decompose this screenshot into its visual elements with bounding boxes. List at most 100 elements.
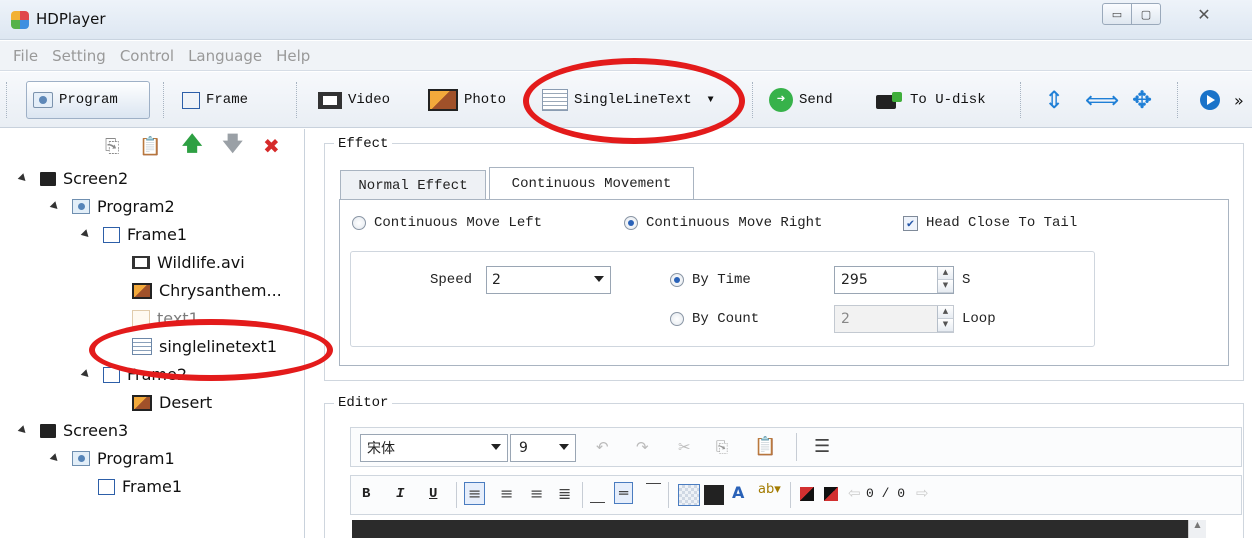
spin-down-icon[interactable]: ▼ bbox=[938, 319, 953, 332]
move-left-radio[interactable] bbox=[352, 216, 366, 230]
redo-icon[interactable]: ↷ bbox=[636, 438, 649, 456]
by-time-radio[interactable] bbox=[670, 273, 684, 287]
background-color-icon[interactable] bbox=[704, 485, 724, 505]
by-count-radio[interactable] bbox=[670, 312, 684, 326]
tab-normal-effect[interactable]: Normal Effect bbox=[340, 170, 486, 200]
by-count-option[interactable]: By Count bbox=[670, 311, 759, 327]
font-color-icon[interactable] bbox=[800, 487, 814, 501]
menu-control[interactable]: Control bbox=[113, 47, 181, 65]
menu-file[interactable]: File bbox=[6, 47, 45, 65]
editor-canvas[interactable] bbox=[352, 520, 1188, 538]
tree-node-frame2[interactable]: Frame2 bbox=[80, 365, 187, 384]
paste-icon[interactable]: 📋 bbox=[139, 136, 161, 157]
next-page-icon[interactable]: ⇨ bbox=[916, 484, 929, 502]
italic-button[interactable]: I bbox=[396, 486, 404, 502]
tree-node-frame1-program1[interactable]: Frame1 bbox=[98, 477, 182, 496]
bold-button[interactable]: B bbox=[362, 486, 370, 502]
tree-node-wildlife[interactable]: Wildlife.avi bbox=[132, 253, 245, 272]
line-spacing-icon[interactable]: ☰ bbox=[814, 436, 830, 457]
move-left-option[interactable]: Continuous Move Left bbox=[352, 215, 542, 231]
align-right-icon[interactable]: ≡ bbox=[530, 484, 543, 503]
delete-icon[interactable]: ✖ bbox=[263, 134, 280, 158]
paste-icon[interactable]: 📋 bbox=[754, 436, 776, 457]
cut-icon[interactable]: ✂ bbox=[678, 438, 691, 456]
tab-continuous-movement[interactable]: Continuous Movement bbox=[489, 167, 694, 200]
spin-down-icon[interactable]: ▼ bbox=[938, 280, 953, 293]
frame-button[interactable]: Frame bbox=[176, 81, 254, 119]
menu-setting[interactable]: Setting bbox=[45, 47, 113, 65]
expand-icon[interactable] bbox=[49, 453, 61, 464]
font-size-select[interactable]: 9 bbox=[510, 434, 576, 462]
by-count-input[interactable]: 2 ▲ ▼ bbox=[834, 305, 954, 333]
expand-icon[interactable] bbox=[80, 369, 92, 380]
speed-select[interactable]: 2 bbox=[486, 266, 611, 294]
program-icon bbox=[72, 199, 90, 214]
align-top-icon[interactable]: ⎺ bbox=[646, 481, 661, 499]
by-time-spin-buttons[interactable]: ▲ ▼ bbox=[937, 267, 953, 293]
play-button[interactable] bbox=[1194, 81, 1226, 119]
maximize-button[interactable]: ▢ bbox=[1131, 3, 1161, 25]
expand-icon[interactable] bbox=[49, 201, 61, 212]
move-right-radio[interactable] bbox=[624, 216, 638, 230]
move-up-icon[interactable]: 🡅 bbox=[182, 129, 203, 163]
chevron-down-icon bbox=[559, 444, 569, 450]
expand-icon[interactable] bbox=[17, 173, 29, 184]
vertical-stretch-button[interactable]: ⇕ bbox=[1038, 81, 1070, 119]
toolbar-overflow-button[interactable]: » bbox=[1228, 81, 1250, 119]
horizontal-stretch-button[interactable]: ⟺ bbox=[1079, 81, 1125, 119]
underline-button[interactable]: U bbox=[429, 486, 437, 502]
menu-language[interactable]: Language bbox=[181, 47, 269, 65]
tree-node-label: text1 bbox=[157, 309, 199, 328]
align-justify-icon[interactable]: ≣ bbox=[558, 484, 571, 503]
to-udisk-button[interactable]: To U-disk bbox=[868, 81, 992, 119]
move-right-option[interactable]: Continuous Move Right bbox=[624, 215, 822, 231]
font-select[interactable]: 宋体 bbox=[360, 434, 508, 462]
copy-icon[interactable]: ⎘ bbox=[716, 438, 728, 456]
background-transparent-icon[interactable] bbox=[678, 484, 700, 506]
highlight-color-icon[interactable]: ab▾ bbox=[758, 482, 781, 497]
align-middle-icon[interactable]: ═ bbox=[614, 482, 634, 504]
tree-node-program2[interactable]: Program2 bbox=[49, 197, 175, 216]
chevron-down-icon[interactable]: ▼ bbox=[708, 95, 714, 106]
move-down-icon[interactable]: 🡇 bbox=[222, 129, 243, 163]
full-stretch-button[interactable]: ✥ bbox=[1126, 81, 1158, 119]
expand-icon[interactable] bbox=[80, 229, 92, 240]
align-center-icon[interactable]: ≡ bbox=[500, 484, 513, 503]
photo-button[interactable]: Photo bbox=[422, 81, 512, 119]
head-close-to-tail-option[interactable]: ✔ Head Close To Tail bbox=[903, 215, 1077, 231]
video-button[interactable]: Video bbox=[312, 81, 396, 119]
program-button[interactable]: Program bbox=[26, 81, 150, 119]
align-left-icon[interactable]: ≡ bbox=[464, 482, 486, 505]
undo-icon[interactable]: ↶ bbox=[596, 438, 609, 456]
frame-button-label: Frame bbox=[206, 92, 249, 108]
head-close-to-tail-checkbox[interactable]: ✔ bbox=[903, 215, 918, 231]
minimize-button[interactable]: ▭ bbox=[1102, 3, 1132, 25]
tree-node-text1[interactable]: text1 bbox=[132, 309, 199, 328]
close-button[interactable]: ✕ bbox=[1182, 3, 1226, 25]
tree-node-frame1[interactable]: Frame1 bbox=[80, 225, 187, 244]
send-button[interactable]: ➜ Send bbox=[763, 81, 839, 119]
play-icon bbox=[1200, 90, 1220, 110]
tree-node-chrysanthemum[interactable]: Chrysanthem... bbox=[132, 281, 282, 300]
tree-node-screen3[interactable]: Screen3 bbox=[17, 421, 128, 440]
align-bottom-icon[interactable]: ⎽ bbox=[590, 486, 605, 504]
tree-node-singlelinetext1[interactable]: singlelinetext1 bbox=[132, 337, 277, 356]
copy-icon[interactable]: ⎘ bbox=[105, 136, 119, 157]
spin-up-icon[interactable]: ▲ bbox=[938, 306, 953, 319]
spin-up-icon[interactable]: ▲ bbox=[938, 267, 953, 280]
tree-node-screen2[interactable]: Screen2 bbox=[17, 169, 128, 188]
tree-node-desert[interactable]: Desert bbox=[132, 393, 212, 412]
text-effect-icon[interactable]: A bbox=[732, 483, 744, 502]
by-count-spin-buttons[interactable]: ▲ ▼ bbox=[937, 306, 953, 332]
single-line-text-button[interactable]: SingleLineText ▼ bbox=[536, 81, 720, 119]
by-time-option[interactable]: By Time bbox=[670, 272, 751, 288]
editor-scrollbar[interactable]: ▲ bbox=[1188, 520, 1206, 538]
by-time-input[interactable]: 295 ▲ ▼ bbox=[834, 266, 954, 294]
expand-icon[interactable] bbox=[17, 425, 29, 436]
tree-node-program1[interactable]: Program1 bbox=[49, 449, 175, 468]
editor-group-title: Editor bbox=[334, 395, 393, 411]
font-size-value: 9 bbox=[519, 440, 528, 456]
menu-help[interactable]: Help bbox=[269, 47, 317, 65]
previous-page-icon[interactable]: ⇦ bbox=[848, 484, 861, 502]
back-color-icon[interactable] bbox=[824, 487, 838, 501]
